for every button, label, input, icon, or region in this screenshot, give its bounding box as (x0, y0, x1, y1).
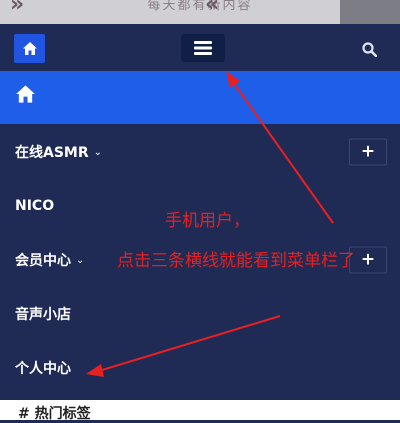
nav-item-label: 会员中心 ⌄ (15, 253, 85, 269)
annotation-line-2: 点击三条横线就能看到菜单栏了 (117, 251, 355, 271)
nav-item-label: NICO (15, 198, 55, 214)
nav-item-audio-shop[interactable]: 音声小店 (0, 287, 400, 341)
hamburger-menu-icon (194, 41, 212, 55)
nav-item-label: 在线ASMR ⌄ (15, 145, 103, 161)
nav-item-asmr[interactable]: 在线ASMR ⌄ + (0, 125, 400, 179)
hot-tags-title: # 热门标签 (18, 406, 91, 422)
annotation-line-1: 手机用户， (165, 211, 250, 231)
banner-decoration (340, 0, 400, 24)
nav-item-home[interactable] (0, 71, 400, 124)
chevron-down-icon: ⌄ (93, 147, 103, 158)
home-button[interactable] (14, 34, 45, 63)
chevron-left-icon: « (205, 0, 220, 17)
home-icon (22, 42, 37, 55)
search-button[interactable] (356, 36, 382, 62)
expand-button[interactable]: + (349, 138, 387, 166)
hamburger-menu-button[interactable] (181, 34, 225, 62)
nav-item-personal-center[interactable]: 个人中心 (0, 341, 400, 395)
nav-item-label: 音声小店 (15, 307, 71, 323)
home-icon (16, 85, 35, 103)
search-icon (361, 41, 377, 57)
nav-item-label: 个人中心 (15, 361, 71, 377)
header-bar (0, 24, 400, 71)
hot-tags-section: # 热门标签 (0, 400, 400, 422)
top-banner: » 每天都有新内容 « (0, 0, 400, 24)
chevron-down-icon: ⌄ (76, 255, 85, 266)
